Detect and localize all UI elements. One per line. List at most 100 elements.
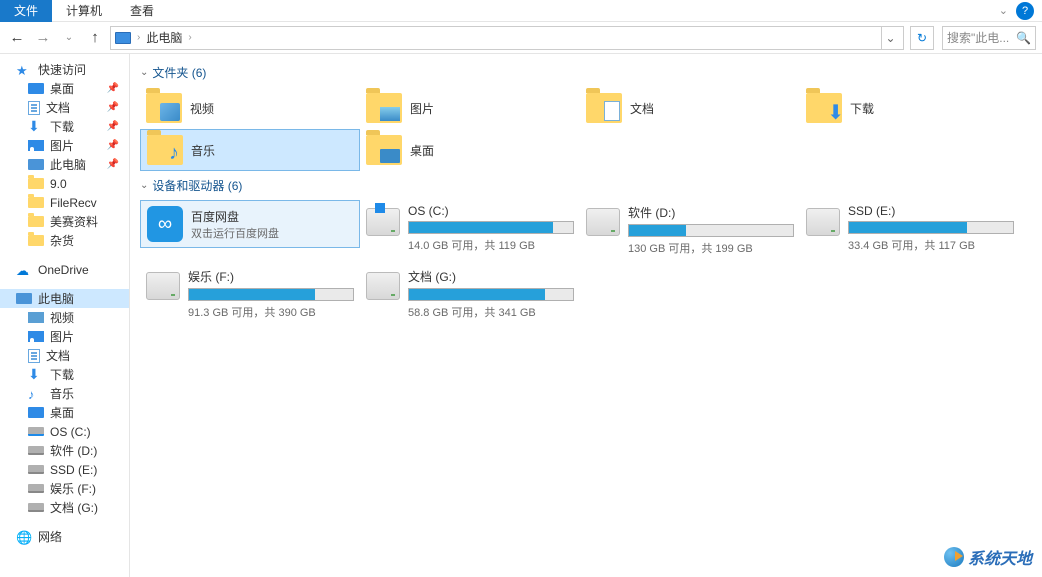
sidebar-item[interactable]: ⬇ 下载: [0, 365, 129, 384]
drive-name: 文档 (G:): [408, 268, 574, 285]
drive-free-text: 58.8 GB 可用，共 341 GB: [408, 304, 574, 320]
nav-up-button[interactable]: ↑: [84, 27, 106, 49]
sidebar-item[interactable]: 美赛资料: [0, 212, 129, 231]
sidebar-label: 文档: [46, 99, 70, 116]
drive-tile[interactable]: 软件 (D:) 130 GB 可用，共 199 GB: [580, 200, 800, 260]
drive-tile[interactable]: 娱乐 (F:) 91.3 GB 可用，共 390 GB: [140, 264, 360, 324]
drive-free-text: 91.3 GB 可用，共 390 GB: [188, 304, 354, 320]
drive-name: 软件 (D:): [628, 204, 794, 221]
dl-icon: ⬇: [28, 368, 44, 382]
folder-icon: [28, 216, 44, 227]
baidu-tile[interactable]: ∞ 百度网盘 双击运行百度网盘: [140, 200, 360, 248]
watermark-text: 系统天地: [968, 545, 1032, 569]
folder-icon: [28, 178, 44, 189]
nav-forward-button[interactable]: →: [32, 27, 54, 49]
group-label: 文件夹 (6): [152, 64, 206, 81]
sidebar-item[interactable]: 图片: [0, 327, 129, 346]
sidebar-label: 娱乐 (F:): [50, 480, 96, 497]
star-icon: ★: [16, 63, 32, 77]
menu-computer[interactable]: 计算机: [52, 0, 116, 22]
ribbon-expand-icon[interactable]: ⌄: [999, 4, 1008, 17]
sidebar-item[interactable]: 娱乐 (F:): [0, 479, 129, 498]
sidebar-item[interactable]: 软件 (D:): [0, 441, 129, 460]
pin-icon: 📌: [107, 159, 119, 170]
drive-usage-bar: [628, 224, 794, 237]
group-folders-header[interactable]: ⌄ 文件夹 (6): [140, 64, 1032, 81]
sidebar-item[interactable]: 此电脑 📌: [0, 155, 129, 174]
folder-label: 音乐: [191, 142, 215, 159]
folder-tile[interactable]: 文档: [580, 87, 800, 129]
sidebar-item[interactable]: 桌面: [0, 403, 129, 422]
folder-tile[interactable]: ♪ 音乐: [140, 129, 360, 171]
drive-usage-bar: [408, 221, 574, 234]
pic-icon: [28, 331, 44, 342]
address-bar[interactable]: › 此电脑 › ⌄: [110, 26, 904, 50]
doc-icon: [28, 101, 40, 115]
sidebar-item[interactable]: OS (C:): [0, 422, 129, 441]
pc-icon: [28, 159, 44, 170]
drive-icon: [28, 503, 44, 512]
sidebar-item[interactable]: 杂货: [0, 231, 129, 250]
this-pc-icon: [115, 32, 131, 44]
sidebar-item[interactable]: 桌面 📌: [0, 79, 129, 98]
nav-recent-dropdown[interactable]: ⌄: [58, 27, 80, 49]
sidebar-label: 此电脑: [50, 156, 86, 173]
search-input[interactable]: 搜索"此电... 🔍: [942, 26, 1036, 50]
sidebar-item[interactable]: ♪ 音乐: [0, 384, 129, 403]
folder-label: 文档: [630, 100, 654, 117]
sidebar-item[interactable]: FileRecv: [0, 193, 129, 212]
sidebar-label: SSD (E:): [50, 463, 97, 477]
sidebar-item[interactable]: SSD (E:): [0, 460, 129, 479]
drive-name: SSD (E:): [848, 204, 1014, 218]
folder-icon: [28, 235, 44, 246]
sidebar-item[interactable]: 文档 (G:): [0, 498, 129, 517]
sidebar-item[interactable]: 文档 📌: [0, 98, 129, 117]
folder-icon: [366, 135, 402, 165]
sidebar-item[interactable]: ⬇ 下载 📌: [0, 117, 129, 136]
drive-tile[interactable]: OS (C:) 14.0 GB 可用，共 119 GB: [360, 200, 580, 260]
network-icon: 🌐: [16, 530, 32, 544]
sidebar-label: 音乐: [50, 385, 74, 402]
sidebar-network[interactable]: 🌐 网络: [0, 527, 129, 546]
folder-tile[interactable]: 视频: [140, 87, 360, 129]
sidebar-label: 此电脑: [38, 290, 74, 307]
breadcrumb-location[interactable]: 此电脑: [146, 29, 182, 46]
sidebar-label: 文档 (G:): [50, 499, 98, 516]
chevron-down-icon: ⌄: [140, 180, 148, 191]
refresh-button[interactable]: ↻: [910, 26, 934, 50]
sidebar-label: 美赛资料: [50, 213, 98, 230]
pic-icon: [28, 140, 44, 151]
drive-tile[interactable]: 文档 (G:) 58.8 GB 可用，共 341 GB: [360, 264, 580, 324]
nav-back-button[interactable]: ←: [6, 27, 28, 49]
drive-icon: [806, 208, 840, 236]
address-dropdown[interactable]: ⌄: [881, 27, 899, 49]
folder-icon: [146, 93, 182, 123]
sidebar-quick-access[interactable]: ★ 快速访问: [0, 60, 129, 79]
drive-icon: [28, 484, 44, 493]
search-placeholder: 搜索"此电...: [947, 29, 1009, 46]
group-devices-header[interactable]: ⌄ 设备和驱动器 (6): [140, 177, 1032, 194]
sidebar-item[interactable]: 9.0: [0, 174, 129, 193]
folder-tile[interactable]: 桌面: [360, 129, 580, 171]
folder-icon: ⬇: [806, 93, 842, 123]
sidebar-item[interactable]: 图片 📌: [0, 136, 129, 155]
drive-free-text: 33.4 GB 可用，共 117 GB: [848, 237, 1014, 253]
sidebar-label: 下载: [50, 118, 74, 135]
folder-tile[interactable]: 图片: [360, 87, 580, 129]
folder-label: 桌面: [410, 142, 434, 159]
sidebar-item[interactable]: 视频: [0, 308, 129, 327]
sidebar-label: 网络: [38, 528, 62, 545]
help-icon[interactable]: ?: [1016, 2, 1034, 20]
sidebar-item[interactable]: 文档: [0, 346, 129, 365]
sidebar-onedrive[interactable]: ☁ OneDrive: [0, 260, 129, 279]
drive-usage-bar: [408, 288, 574, 301]
menu-view[interactable]: 查看: [116, 0, 168, 22]
folder-tile[interactable]: ⬇ 下载: [800, 87, 1020, 129]
sidebar-label: OS (C:): [50, 425, 91, 439]
drive-free-text: 14.0 GB 可用，共 119 GB: [408, 237, 574, 253]
sidebar-this-pc[interactable]: 此电脑: [0, 289, 129, 308]
drive-tile[interactable]: SSD (E:) 33.4 GB 可用，共 117 GB: [800, 200, 1020, 260]
menu-file[interactable]: 文件: [0, 0, 52, 22]
drive-icon: [146, 272, 180, 300]
drive-icon: [586, 208, 620, 236]
